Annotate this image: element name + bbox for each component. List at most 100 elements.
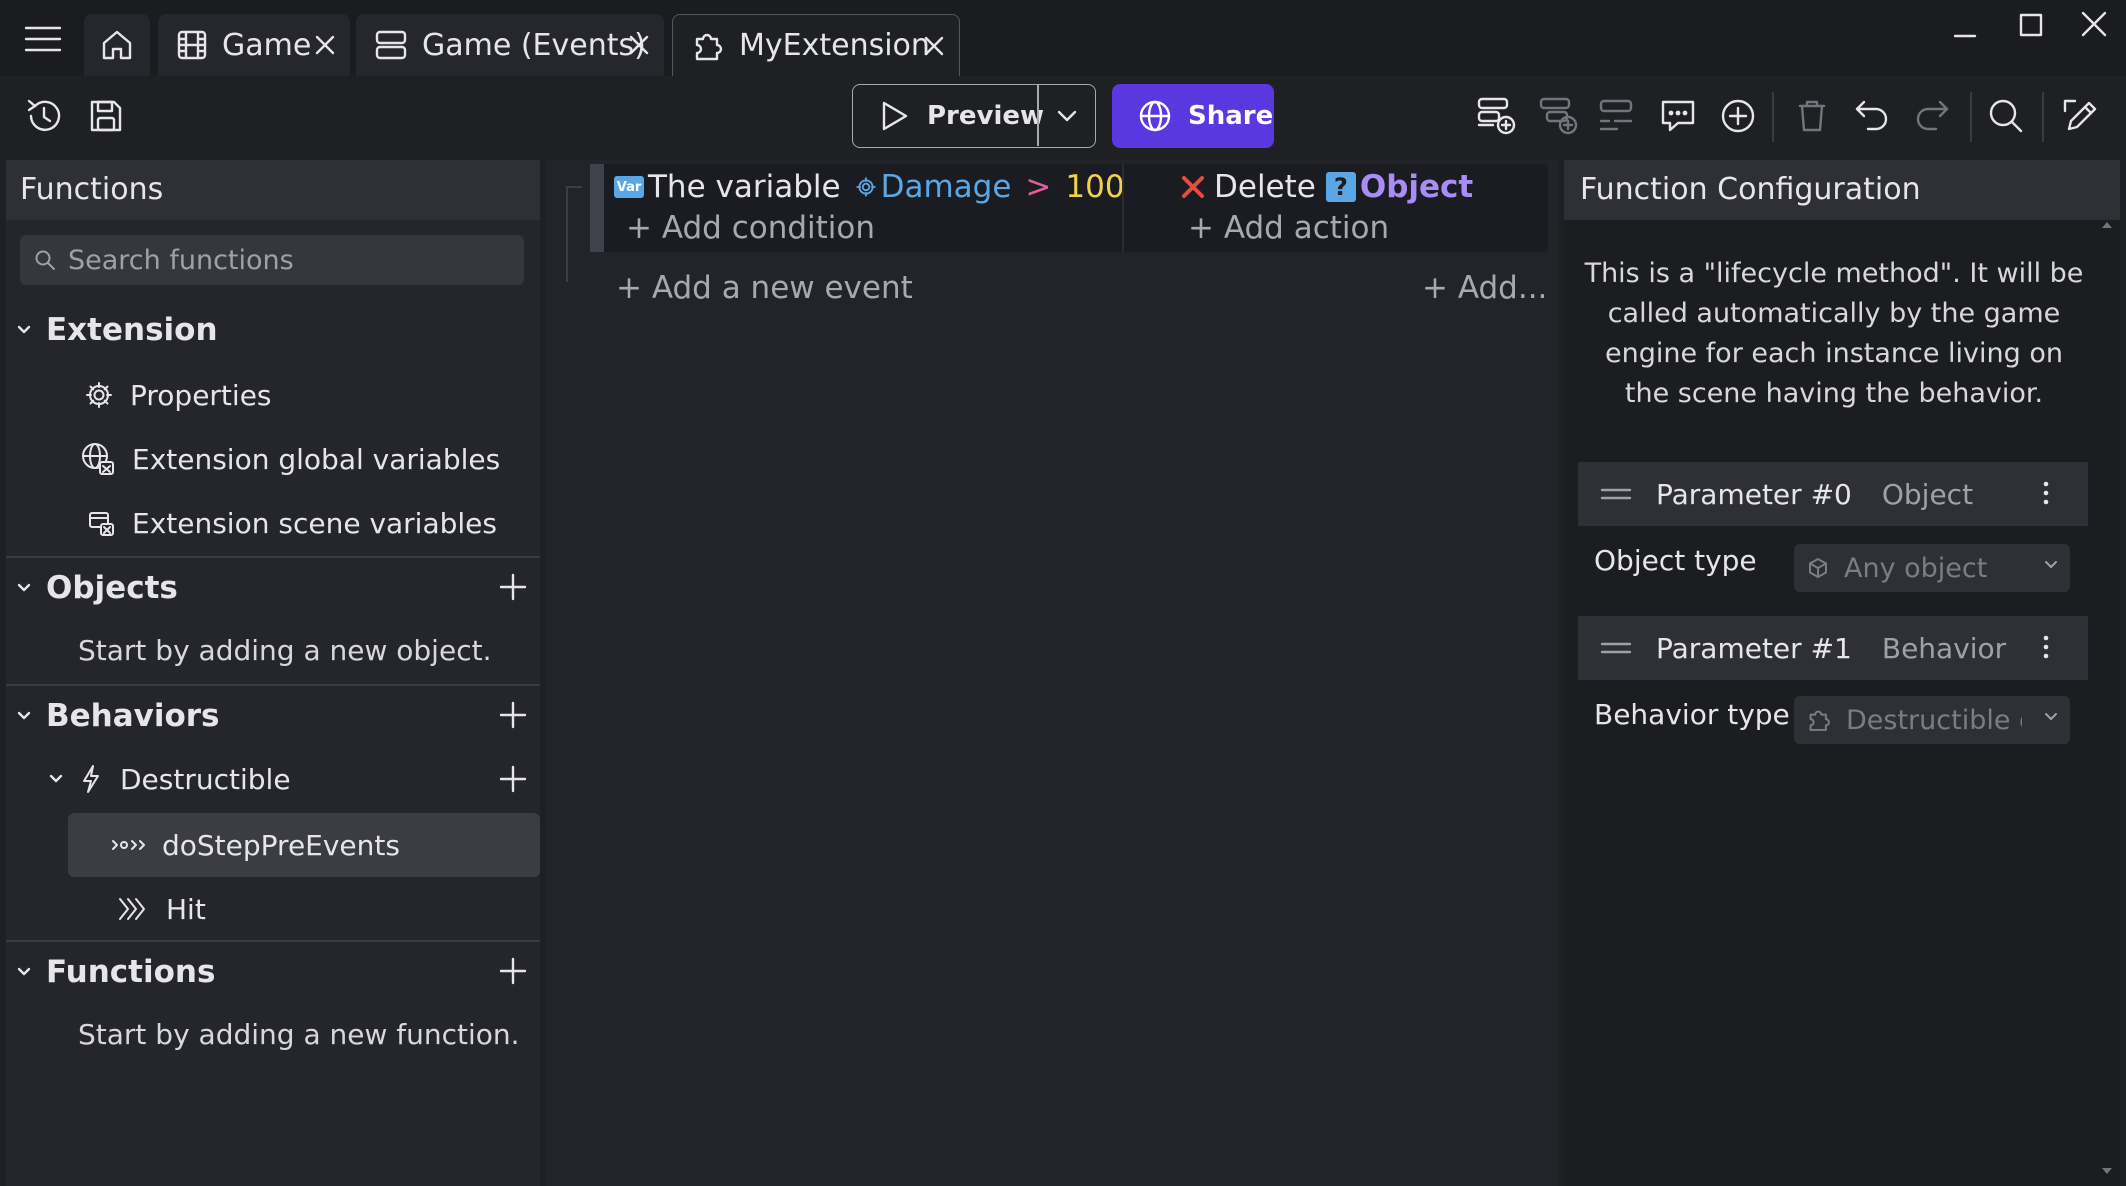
scroll-up-arrow[interactable]: [2102, 222, 2112, 228]
chevron-down-icon: [16, 966, 32, 978]
add-function-icon[interactable]: [498, 956, 528, 986]
tab-myextension[interactable]: MyExtension: [672, 14, 960, 76]
select-value: Any object: [1844, 552, 1988, 584]
section-title: Extension: [46, 312, 218, 348]
search-icon[interactable]: [1984, 94, 2028, 138]
more-vert-icon[interactable]: [2042, 480, 2050, 506]
drag-handle-icon[interactable]: [1600, 486, 1632, 502]
section-title: Objects: [46, 570, 178, 606]
parameter-row[interactable]: Parameter #1 Behavior: [1578, 616, 2088, 680]
more-vert-icon[interactable]: [2042, 634, 2050, 660]
history-icon[interactable]: [22, 94, 66, 138]
globe-icon: [1138, 99, 1172, 133]
preview-button[interactable]: Preview: [853, 85, 1044, 146]
drag-handle[interactable]: [590, 164, 604, 252]
function-configuration-panel: Function Configuration This is a "lifecy…: [1564, 160, 2120, 1186]
tree-item-label: Extension global variables: [132, 442, 501, 476]
close-icon[interactable]: [923, 35, 945, 57]
lifecycle-description: This is a "lifecycle method". It will be…: [1584, 258, 2084, 409]
add-condition-link[interactable]: + Add condition: [626, 210, 875, 246]
add-object-icon[interactable]: [498, 572, 528, 602]
tree-item-scene-variables[interactable]: Extension scene variables: [86, 494, 497, 552]
add-subevent-icon[interactable]: [1536, 94, 1580, 138]
section-functions[interactable]: Functions: [6, 944, 540, 1000]
section-title: Behaviors: [46, 698, 220, 734]
action-row[interactable]: Delete ? Object: [1134, 166, 1473, 208]
toolbar-separator: [1772, 92, 1774, 142]
condition-row[interactable]: Var The variable Damage > 100: [614, 166, 1125, 208]
variable-icon: Var: [614, 176, 644, 198]
actions-column: Delete ? Object + Add action: [1134, 166, 1534, 250]
object-icon: ?: [1325, 172, 1356, 202]
share-button[interactable]: Share: [1112, 84, 1274, 148]
section-extension[interactable]: Extension: [6, 302, 540, 358]
add-circle-icon[interactable]: [1716, 94, 1760, 138]
action-object[interactable]: Object: [1360, 169, 1473, 205]
add-other-link[interactable]: + Add...: [1422, 270, 1547, 306]
tab-label: Game (Events): [422, 27, 646, 63]
chevron-down-icon: [1056, 109, 1078, 123]
delete-icon[interactable]: [1790, 94, 1834, 138]
add-event-icon[interactable]: [1474, 94, 1518, 138]
tree-item-hit[interactable]: Hit: [116, 880, 206, 938]
redo-icon[interactable]: [1910, 94, 1954, 138]
tree-item-dosteppreevents[interactable]: doStepPreEvents: [110, 816, 400, 874]
maximize-icon[interactable]: [2018, 12, 2044, 38]
preview-label: Preview: [927, 100, 1045, 131]
behavior-type-select[interactable]: Destructible capability: [1794, 696, 2070, 744]
comment-icon[interactable]: [1656, 94, 1700, 138]
lightning-icon: [78, 763, 104, 795]
add-other-icon[interactable]: [1596, 94, 1640, 138]
lifecycle-icon: [110, 833, 150, 857]
tab-game-events[interactable]: Game (Events): [356, 14, 664, 76]
tab-home[interactable]: [84, 14, 150, 76]
section-objects[interactable]: Objects: [6, 560, 540, 616]
save-icon[interactable]: [84, 94, 128, 138]
close-icon[interactable]: [314, 34, 336, 56]
drag-handle-icon[interactable]: [1600, 640, 1632, 656]
chevron-down-icon: [2044, 712, 2058, 722]
object-type-select[interactable]: Any object: [1794, 544, 2070, 592]
select-value: Destructible capability: [1846, 704, 2022, 736]
chevrons-icon: [116, 894, 150, 924]
search-input[interactable]: [68, 244, 508, 276]
divider: [6, 940, 540, 942]
condition-variable[interactable]: Damage: [881, 169, 1012, 205]
film-icon: [176, 29, 208, 61]
window-close-icon[interactable]: [2080, 10, 2108, 38]
minimize-icon[interactable]: [1952, 16, 1978, 42]
tab-game[interactable]: Game: [158, 14, 350, 76]
cube-icon: [1806, 556, 1830, 580]
search-box[interactable]: [20, 235, 524, 285]
parameter-type: Object: [1881, 477, 1974, 511]
add-behavior-icon[interactable]: [498, 700, 528, 730]
edit-icon[interactable]: [2060, 94, 2104, 138]
parameter-row[interactable]: Parameter #0 Object: [1578, 462, 2088, 526]
field-label: Behavior type: [1594, 698, 1790, 731]
tab-label: Game: [222, 27, 312, 63]
condition-value[interactable]: 100: [1065, 169, 1124, 205]
event-bracket: [566, 186, 582, 282]
gear-icon: [84, 380, 114, 410]
add-function-icon[interactable]: [498, 764, 528, 794]
preview-options-button[interactable]: [1039, 85, 1095, 146]
section-behaviors[interactable]: Behaviors: [6, 688, 540, 744]
title-bar: Game Game (Events) MyExtension: [0, 0, 2126, 76]
add-event-link[interactable]: + Add a new event: [616, 270, 913, 306]
tree-item-label: Destructible: [120, 762, 291, 796]
preview-button-group: Preview: [852, 84, 1096, 148]
add-action-link[interactable]: + Add action: [1188, 210, 1389, 246]
tree-item-destructible[interactable]: Destructible: [48, 750, 540, 808]
close-icon[interactable]: [628, 34, 650, 56]
tree-item-global-variables[interactable]: Extension global variables: [80, 430, 500, 488]
scene-variables-icon: [86, 508, 116, 538]
hamburger-menu-icon[interactable]: [24, 24, 62, 54]
toolbar-separator: [1970, 92, 1972, 142]
tree-item-properties[interactable]: Properties: [84, 366, 272, 424]
action-verb: Delete: [1214, 169, 1316, 205]
scroll-down-arrow[interactable]: [2102, 1168, 2112, 1174]
search-icon: [34, 249, 56, 271]
panel-header: Function Configuration: [1564, 160, 2120, 220]
undo-icon[interactable]: [1850, 94, 1894, 138]
divider: [6, 556, 540, 558]
